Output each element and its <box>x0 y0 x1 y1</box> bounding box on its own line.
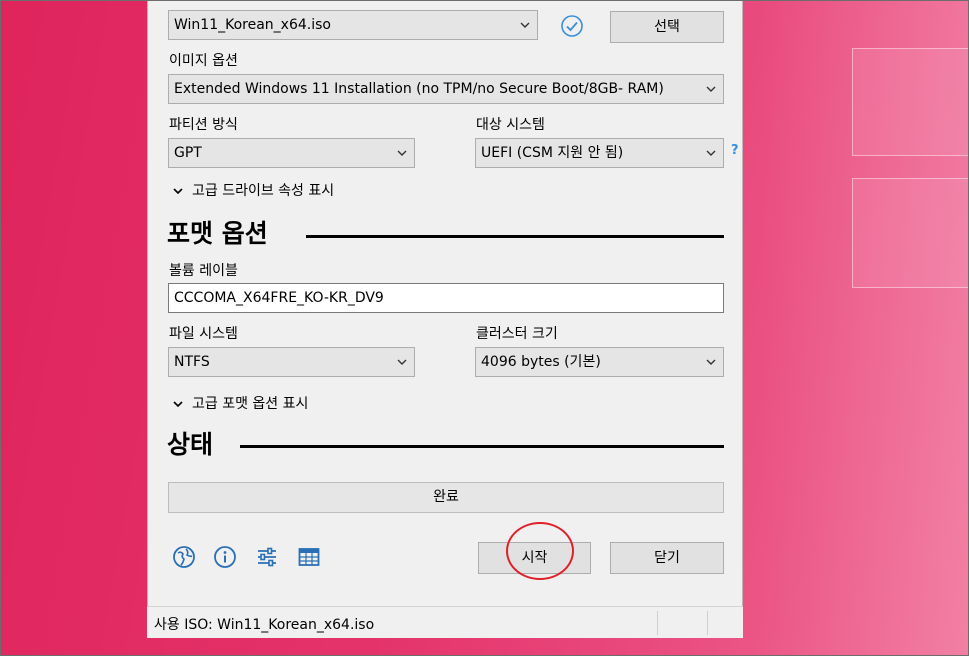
volume-label-caption: 볼륨 레이블 <box>169 263 238 279</box>
device-select-value: Win11_Korean_x64.iso <box>174 17 331 33</box>
chevron-down-icon <box>520 22 530 28</box>
partition-label: 파티션 방식 <box>169 117 238 133</box>
cluster-size-value: 4096 bytes (기본) <box>481 354 601 370</box>
close-button[interactable]: 닫기 <box>610 542 724 574</box>
image-option-value: Extended Windows 11 Installation (no TPM… <box>174 81 664 97</box>
status-section-title: 상태 <box>167 430 214 459</box>
select-button[interactable]: 선택 <box>610 11 724 43</box>
rufus-dialog: Win11_Korean_x64.iso 선택 이미지 옵션 Extended … <box>147 0 743 638</box>
chevron-down-icon <box>706 150 716 156</box>
start-button[interactable]: 시작 <box>478 542 591 574</box>
status-progress-bar: 완료 <box>168 482 724 513</box>
device-select[interactable]: Win11_Korean_x64.iso <box>168 10 538 40</box>
cluster-size-select[interactable]: 4096 bytes (기본) <box>475 347 724 377</box>
status-bar-divider <box>657 611 658 635</box>
target-system-select[interactable]: UEFI (CSM 지원 안 됨) <box>475 138 724 168</box>
format-section-title: 포맷 옵션 <box>167 219 268 248</box>
cluster-size-label: 클러스터 크기 <box>476 326 558 342</box>
settings-sliders-icon[interactable] <box>255 545 279 569</box>
checkmark-circle-icon[interactable] <box>560 14 584 38</box>
target-system-value: UEFI (CSM 지원 안 됨) <box>481 145 624 161</box>
log-table-icon[interactable] <box>297 545 321 569</box>
filesystem-label: 파일 시스템 <box>169 326 238 342</box>
info-icon[interactable] <box>213 545 237 569</box>
progress-text: 완료 <box>433 489 459 505</box>
status-bar-text: 사용 ISO: Win11_Korean_x64.iso <box>154 617 375 633</box>
filesystem-select[interactable]: NTFS <box>168 347 415 377</box>
chevron-down-icon <box>706 359 716 365</box>
status-section-rule <box>240 445 724 448</box>
status-bar-divider <box>707 611 708 635</box>
partition-value: GPT <box>174 145 202 161</box>
chevron-down-icon <box>397 359 407 365</box>
target-system-label: 대상 시스템 <box>476 117 545 133</box>
advanced-format-toggle[interactable]: 고급 포맷 옵션 표시 <box>172 393 308 413</box>
chevron-down-icon <box>706 86 716 92</box>
advanced-format-toggle-label: 고급 포맷 옵션 표시 <box>192 396 309 412</box>
chevron-down-icon <box>397 150 407 156</box>
status-bar: 사용 ISO: Win11_Korean_x64.iso <box>147 606 743 638</box>
chevron-down-icon <box>173 188 183 195</box>
image-option-label: 이미지 옵션 <box>169 53 238 69</box>
windows-logo-pane <box>852 48 969 156</box>
globe-icon[interactable] <box>172 545 196 569</box>
advanced-drive-toggle[interactable]: 고급 드라이브 속성 표시 <box>172 180 334 200</box>
partition-select[interactable]: GPT <box>168 138 415 168</box>
advanced-drive-toggle-label: 고급 드라이브 속성 표시 <box>192 183 335 199</box>
chevron-down-icon <box>173 401 183 408</box>
image-option-select[interactable]: Extended Windows 11 Installation (no TPM… <box>168 74 724 104</box>
windows-logo-pane <box>852 178 969 288</box>
format-section-rule <box>306 235 724 238</box>
help-icon[interactable]: ? <box>731 143 739 158</box>
filesystem-value: NTFS <box>174 354 210 370</box>
volume-label-input[interactable]: CCCOMA_X64FRE_KO-KR_DV9 <box>168 283 724 313</box>
